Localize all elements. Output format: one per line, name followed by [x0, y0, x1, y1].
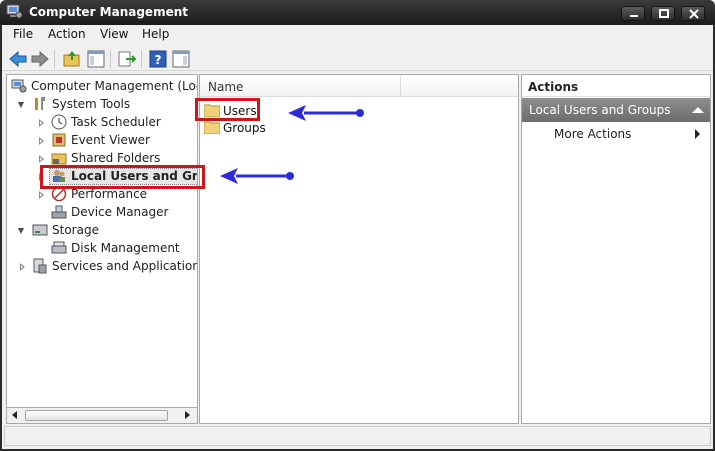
maximize-button[interactable]	[651, 6, 675, 21]
actions-title: Actions	[528, 80, 579, 94]
console-tree[interactable]: Computer Management (Local System Tools …	[6, 74, 198, 422]
collapsed-arrow-icon[interactable]	[39, 155, 44, 163]
help-icon[interactable]: ?	[148, 49, 168, 69]
back-arrow-icon[interactable]	[8, 49, 28, 69]
device-manager-icon	[51, 205, 67, 219]
toolbar-separator	[110, 50, 111, 68]
highlight-box-local-users	[40, 165, 205, 189]
list-item-label: Groups	[223, 121, 266, 135]
forward-arrow-icon[interactable]	[30, 49, 50, 69]
close-button[interactable]	[681, 6, 705, 21]
annotation-arrow-icon	[288, 105, 364, 121]
toolbar: ?	[2, 46, 713, 71]
expanded-arrow-icon[interactable]	[18, 228, 24, 234]
tree-label: System Tools	[52, 97, 131, 111]
scrollbar-thumb[interactable]	[25, 410, 168, 421]
tree-item-task-scheduler[interactable]: Task Scheduler	[11, 114, 197, 131]
menu-help[interactable]: Help	[142, 27, 169, 41]
annotation-arrow-icon	[220, 168, 294, 184]
scroll-right-icon[interactable]	[185, 411, 190, 419]
actions-pane: Actions Local Users and Groups More Acti…	[521, 74, 711, 424]
tree-label: Task Scheduler	[71, 115, 161, 129]
collapse-up-icon[interactable]	[692, 107, 704, 113]
tree-label: Services and Applications	[52, 259, 198, 273]
collapsed-arrow-icon[interactable]	[20, 263, 25, 271]
clock-icon	[51, 114, 67, 130]
tree-item-root[interactable]: Computer Management (Local	[11, 78, 198, 95]
system-tools-icon	[35, 97, 45, 110]
tree-item-event-viewer[interactable]: Event Viewer	[11, 132, 197, 149]
highlight-box-users	[195, 98, 260, 121]
window-title: Computer Management	[29, 5, 188, 19]
column-divider[interactable]	[400, 75, 401, 97]
computer-management-icon	[11, 79, 27, 93]
folder-icon	[204, 121, 220, 134]
tree-item-services-and-applications[interactable]: Services and Applications	[11, 258, 198, 275]
collapsed-arrow-icon[interactable]	[39, 119, 44, 127]
more-actions-link[interactable]: More Actions	[554, 127, 631, 141]
minimize-button[interactable]	[621, 6, 645, 21]
up-folder-icon[interactable]	[62, 49, 82, 69]
scroll-left-icon[interactable]	[12, 411, 17, 419]
tree-label: Disk Management	[71, 241, 180, 255]
svg-text:?: ?	[155, 53, 162, 67]
tree-item-device-manager[interactable]: Device Manager	[11, 204, 197, 221]
submenu-arrow-icon[interactable]	[695, 129, 700, 139]
toolbar-separator	[141, 50, 142, 68]
close-icon	[689, 9, 699, 19]
tree-label: Computer Management (Local	[31, 79, 198, 93]
tree-label: Device Manager	[71, 205, 169, 219]
menu-action[interactable]: Action	[48, 27, 86, 41]
menu-bar: File Action View Help	[2, 25, 713, 45]
tree-item-disk-management[interactable]: Disk Management	[11, 240, 197, 257]
menu-view[interactable]: View	[100, 27, 128, 41]
tree-horizontal-scrollbar[interactable]	[6, 407, 198, 424]
tree-item-system-tools[interactable]: System Tools	[11, 96, 197, 113]
column-header-label: Name	[208, 80, 244, 94]
menu-file[interactable]: File	[13, 27, 33, 41]
title-bar[interactable]: Computer Management	[0, 0, 715, 25]
toolbar-separator	[54, 50, 55, 68]
actions-header: Actions	[522, 75, 710, 97]
tree-label: Storage	[52, 223, 99, 237]
tree-label: Performance	[71, 187, 148, 201]
shared-folder-icon	[51, 153, 67, 165]
show-hide-console-tree-icon[interactable]	[86, 49, 106, 69]
computer-management-window: Computer Management File Action View Hel…	[0, 0, 715, 451]
event-viewer-icon	[52, 133, 66, 147]
status-bar	[4, 426, 711, 446]
show-hide-action-pane-icon[interactable]	[171, 49, 191, 69]
storage-icon	[32, 224, 48, 236]
tree-label: Shared Folders	[71, 151, 161, 165]
services-icon	[33, 258, 47, 274]
result-pane[interactable]: Name Users Groups	[199, 74, 519, 424]
collapsed-arrow-icon[interactable]	[39, 191, 44, 199]
minimize-icon	[630, 15, 638, 17]
tree-label: Event Viewer	[71, 133, 150, 147]
maximize-icon	[659, 9, 669, 18]
actions-section-local-users-and-groups[interactable]: Local Users and Groups	[522, 98, 710, 122]
actions-section-label: Local Users and Groups	[529, 103, 671, 117]
expanded-arrow-icon[interactable]	[18, 102, 24, 108]
collapsed-arrow-icon[interactable]	[39, 137, 44, 145]
client-area: File Action View Help ? Computer Managem…	[2, 25, 713, 449]
export-list-icon[interactable]	[117, 49, 137, 69]
disk-management-icon	[51, 241, 67, 254]
tree-item-storage[interactable]: Storage	[11, 222, 197, 239]
column-header-name[interactable]: Name	[200, 75, 518, 97]
computer-management-icon	[6, 4, 23, 19]
